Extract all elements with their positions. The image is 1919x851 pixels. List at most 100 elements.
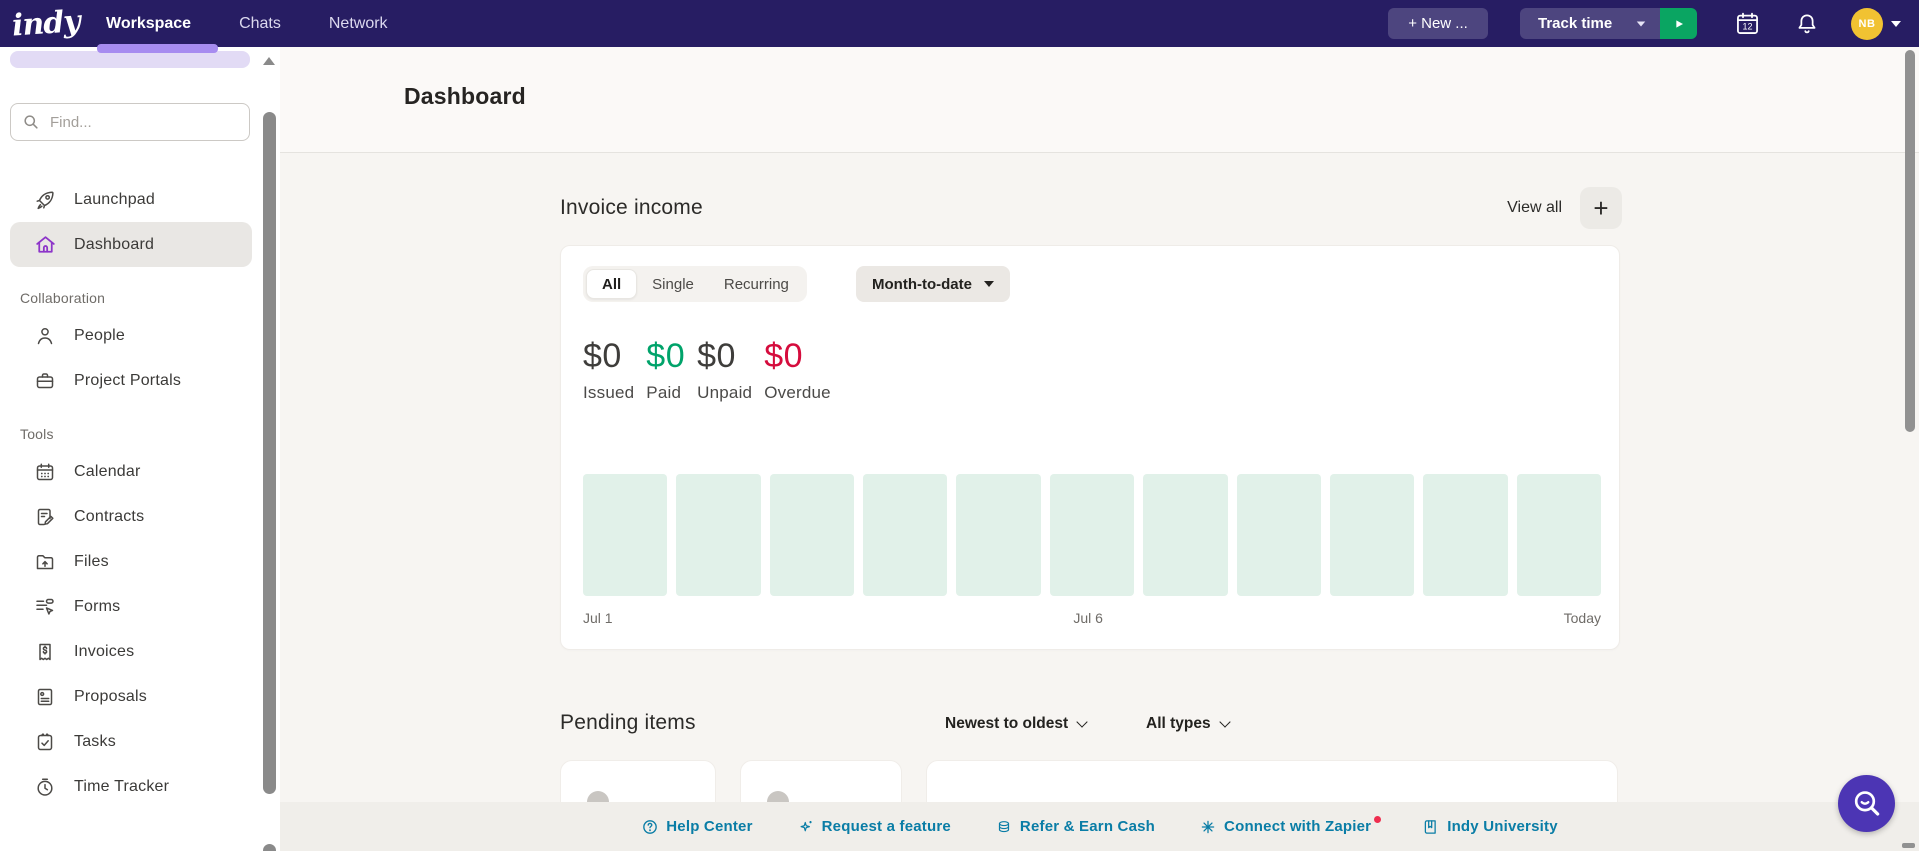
sidebar-item-label: Forms	[74, 597, 121, 615]
person-icon	[32, 323, 58, 349]
primary-nav: Workspace Chats Network	[106, 15, 388, 33]
chart-bar	[769, 474, 855, 596]
chart-bar	[1049, 474, 1135, 596]
play-button[interactable]	[1660, 8, 1697, 39]
chart-bar	[583, 474, 668, 596]
sidebar-item-label: Launchpad	[74, 190, 155, 208]
footer-link-label: Request a feature	[821, 818, 951, 835]
stat-value: $0	[697, 337, 736, 375]
sidebar-item-label: Calendar	[74, 462, 141, 480]
files-icon	[32, 549, 58, 575]
sidebar-item-invoices[interactable]: Invoices	[10, 629, 252, 674]
avatar[interactable]: NB	[1851, 7, 1883, 40]
sort-dropdown[interactable]: Newest to oldest	[945, 715, 1088, 733]
invoice-stats: $0 Issued $0 Paid $0 Unpaid $0 Overdue	[583, 338, 831, 403]
scrollbar-up-arrow-icon[interactable]	[263, 57, 275, 65]
nav-tab-network[interactable]: Network	[329, 15, 388, 33]
sidebar-item-label: People	[74, 326, 126, 344]
add-invoice-button[interactable]: +	[1580, 187, 1622, 229]
stat-value: $0	[646, 337, 686, 375]
footer-link-connect-with-zapier[interactable]: Connect with Zapier	[1199, 816, 1382, 836]
footer-link-refer-earn-cash[interactable]: Refer & Earn Cash	[995, 818, 1155, 836]
sidebar-item-tasks[interactable]: Tasks	[10, 719, 252, 764]
type-filter-dropdown[interactable]: All types	[1146, 715, 1231, 733]
sidebar-item-project-portals[interactable]: Project Portals	[10, 358, 252, 403]
main-scrollbar-thumb[interactable]	[1905, 50, 1915, 432]
magnifier-smile-icon	[1851, 788, 1883, 820]
track-time-label: Track time	[1538, 15, 1613, 32]
nav-tab-workspace[interactable]: Workspace	[106, 15, 191, 33]
chart-bar	[956, 474, 1041, 596]
stat-issued: $0 Issued	[583, 338, 634, 403]
new-button[interactable]: + New ...	[1388, 8, 1488, 39]
bell-icon	[1794, 11, 1820, 37]
play-icon	[1671, 16, 1687, 32]
sidebar-item-dashboard[interactable]: Dashboard	[10, 222, 252, 267]
page-header: Dashboard	[280, 47, 1919, 153]
indy-logo[interactable]: indy	[11, 3, 89, 44]
chart-bar	[1236, 474, 1321, 596]
sidebar-item-contracts[interactable]: Contracts	[10, 494, 252, 539]
sidebar-item-time-tracker[interactable]: Time Tracker	[10, 764, 252, 809]
sidebar-item-calendar[interactable]: Calendar	[10, 449, 252, 494]
search-fab[interactable]	[1838, 775, 1895, 832]
chevron-down-icon	[983, 281, 994, 287]
sidebar-item-label: Dashboard	[74, 235, 155, 253]
main-scrollbar-corner	[1902, 843, 1915, 848]
footer-link-label: Indy University	[1447, 818, 1558, 835]
sidebar-item-launchpad[interactable]: Launchpad	[10, 177, 252, 222]
footer-link-label: Help Center	[666, 818, 753, 835]
notifications-button[interactable]	[1793, 10, 1821, 38]
footer-link-request-a-feature[interactable]: Request a feature	[797, 818, 951, 836]
sidebar-scrollbar[interactable]	[262, 47, 277, 851]
view-all-link[interactable]: View all	[1507, 199, 1562, 217]
invoice-tab-single[interactable]: Single	[637, 269, 709, 299]
invoice-tab-all[interactable]: All	[586, 269, 638, 299]
x-label-middle: Jul 6	[1073, 610, 1103, 626]
proposal-icon	[32, 684, 58, 710]
sidebar-scrollbar-foot	[263, 844, 276, 851]
sidebar-scrollbar-thumb[interactable]	[263, 112, 276, 794]
sidebar-item-label: Files	[74, 552, 109, 570]
pending-items-title: Pending items	[560, 711, 696, 734]
footer-link-indy-university[interactable]: Indy University	[1422, 818, 1558, 836]
nav-tab-chats[interactable]: Chats	[239, 15, 281, 33]
main-content: Dashboard Invoice income View all + All S…	[280, 47, 1919, 851]
book-icon	[1422, 818, 1440, 836]
home-icon	[32, 232, 58, 258]
invoice-tab-recurring[interactable]: Recurring	[709, 269, 804, 299]
invoice-income-header: Invoice income View all +	[560, 186, 1622, 230]
sidebar-item-label: Project Portals	[74, 371, 182, 389]
track-time-button[interactable]: Track time	[1520, 8, 1660, 39]
chevron-down-icon	[1218, 716, 1231, 728]
notification-dot	[1374, 816, 1382, 823]
period-selector[interactable]: Month-to-date	[856, 266, 1010, 302]
chart-bar	[1516, 474, 1601, 596]
sidebar-item-proposals[interactable]: Proposals	[10, 674, 252, 719]
account-chevron-icon[interactable]	[1891, 20, 1901, 27]
search-input[interactable]	[50, 113, 230, 131]
chart-bar	[1143, 474, 1228, 596]
calendar-nav-icon: 12	[1734, 10, 1761, 37]
sidebar-item-label: Tasks	[74, 732, 116, 750]
invoice-type-tabs: All Single Recurring	[583, 266, 807, 302]
calendar-nav-button[interactable]: 12	[1733, 10, 1761, 38]
sidebar-item-files[interactable]: Files	[10, 539, 252, 584]
chart-bar	[1329, 474, 1415, 596]
chevron-down-icon	[1076, 716, 1088, 728]
stat-value: $0	[583, 337, 622, 375]
sidebar-item-people[interactable]: People	[10, 313, 252, 358]
stat-paid: $0 Paid	[646, 338, 685, 403]
sidebar-section-tools: Tools	[20, 426, 54, 442]
sparkle-icon	[797, 818, 815, 836]
sidebar-item-label: Time Tracker	[74, 777, 170, 795]
invoice-income-card: All Single Recurring Month-to-date $0 Issu…	[560, 245, 1620, 650]
footer-link-help-center[interactable]: Help Center	[641, 818, 752, 836]
chart-bar	[676, 474, 761, 596]
invoice-icon	[32, 639, 58, 665]
sidebar-section-collaboration: Collaboration	[20, 290, 106, 306]
forms-icon	[32, 594, 58, 620]
briefcase-icon	[32, 368, 58, 394]
sidebar-item-forms[interactable]: Forms	[10, 584, 252, 629]
sidebar-search[interactable]	[10, 103, 250, 141]
